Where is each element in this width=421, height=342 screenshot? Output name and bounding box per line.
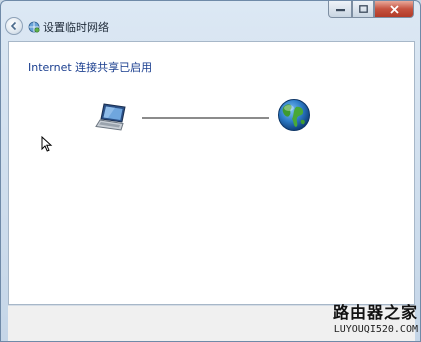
globe-icon xyxy=(278,99,310,131)
window-title: 设置临时网络 xyxy=(43,21,109,34)
maximize-icon xyxy=(358,5,368,13)
back-arrow-icon xyxy=(10,21,17,31)
title-bar: 设置临时网络 xyxy=(1,1,420,39)
maximize-button[interactable] xyxy=(352,1,374,18)
watermark-url: LUYOUQI520.COM xyxy=(333,324,418,335)
page-heading: Internet 连接共享已启用 xyxy=(28,61,153,74)
close-button[interactable] xyxy=(374,1,414,18)
watermark-brand: 路由器之家 xyxy=(332,303,418,322)
title-area: 设置临时网络 xyxy=(28,19,109,35)
network-icon xyxy=(28,21,40,33)
watermark: 路由器之家 LUYOUQI520.COM xyxy=(308,299,418,339)
wizard-window: 设置临时网络 Internet 连接共享已启用 路由器之家 LUYOUQI520… xyxy=(0,0,421,342)
laptop-icon xyxy=(95,103,126,131)
minimize-button[interactable] xyxy=(328,1,352,18)
content-panel: Internet 连接共享已启用 xyxy=(8,41,415,305)
back-button[interactable] xyxy=(5,17,23,35)
connection-line xyxy=(142,117,269,119)
close-icon xyxy=(389,4,399,14)
mouse-cursor-icon xyxy=(41,136,53,152)
window-controls xyxy=(328,1,414,19)
minimize-icon xyxy=(335,9,345,12)
